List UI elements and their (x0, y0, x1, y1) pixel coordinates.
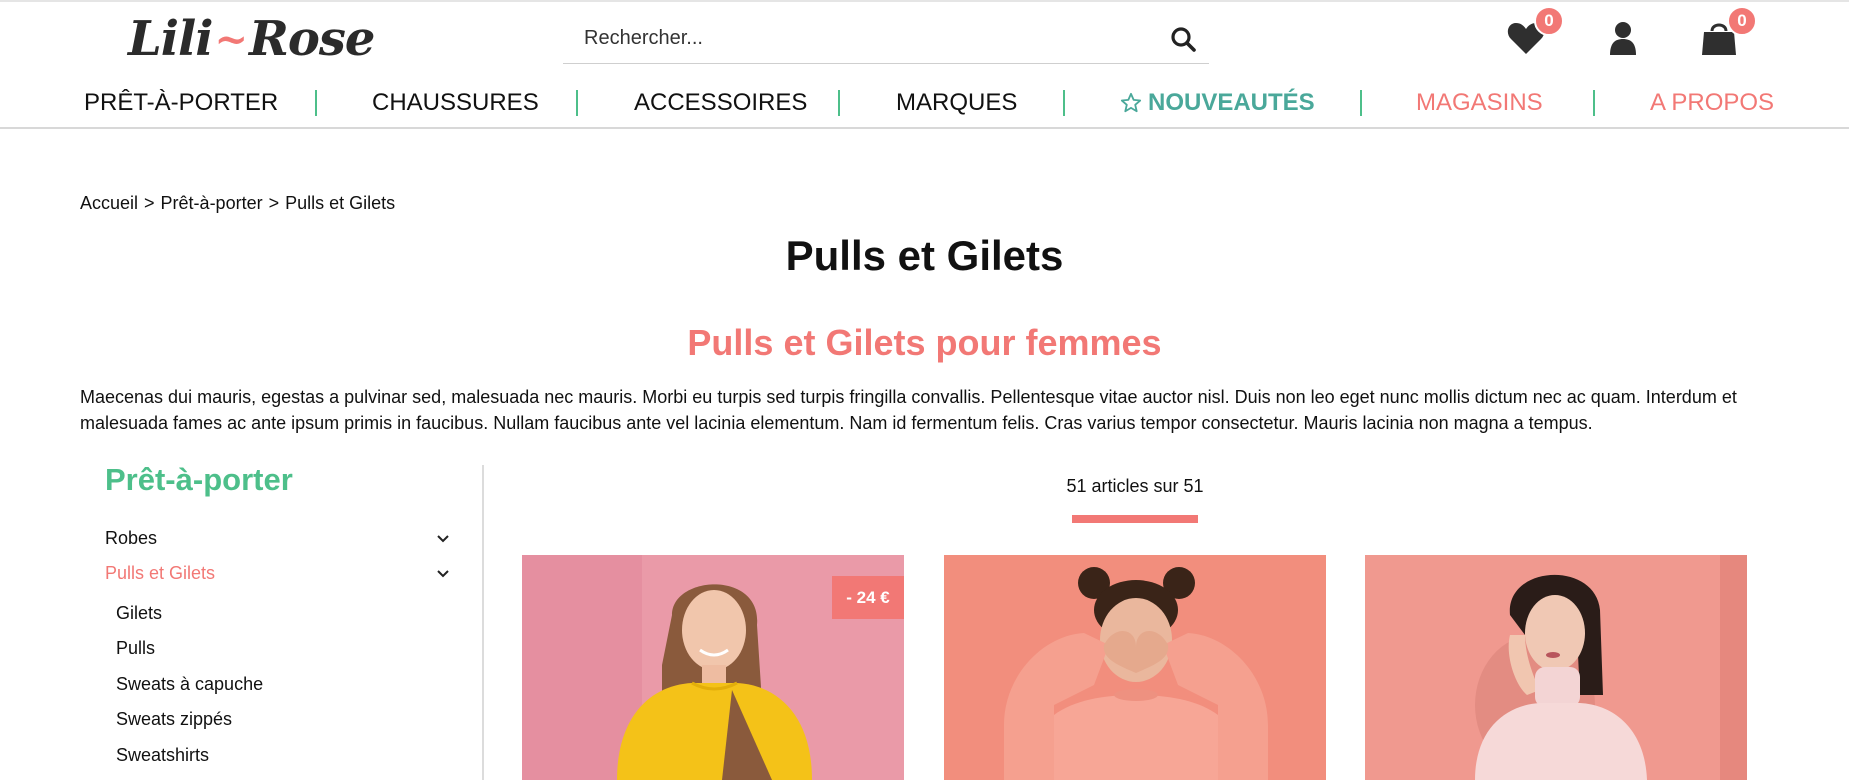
nav-item-nouveautes[interactable]: NOUVEAUTÉS (1120, 78, 1315, 128)
nav-label: NOUVEAUTÉS (1148, 89, 1315, 116)
chevron-down-icon[interactable] (436, 563, 450, 584)
sidebar-subcategory-sweatshirts[interactable]: Sweatshirts (116, 745, 209, 766)
search-input[interactable] (582, 26, 1142, 51)
user-icon (1608, 21, 1638, 60)
sidebar-subcategory-pulls[interactable]: Pulls (116, 638, 155, 659)
page-subtitle: Pulls et Gilets pour femmes (687, 322, 1162, 363)
article-count: 51 articles sur 51 (1066, 476, 1204, 496)
search-bar (563, 14, 1209, 64)
nav-label: PRÊT-À-PORTER (84, 89, 279, 116)
nav-item-marques[interactable]: MARQUES (896, 78, 1017, 128)
product-card[interactable] (1365, 555, 1747, 780)
logo-left: Lili (128, 11, 213, 67)
wishlist-count-badge: 0 (1534, 6, 1564, 36)
breadcrumb-parent-link[interactable]: Prêt-à-porter (161, 193, 263, 214)
main-nav: PRÊT-À-PORTER CHAUSSURES ACCESSOIRES MAR… (0, 78, 1849, 128)
sidebar-subcategory-sweats-zippes[interactable]: Sweats zippés (116, 709, 232, 730)
nav-item-accessoires[interactable]: ACCESSOIRES (634, 78, 807, 128)
nav-label: ACCESSOIRES (634, 89, 808, 116)
nav-divider (1063, 90, 1065, 116)
category-label: Pulls et Gilets (105, 562, 216, 583)
breadcrumb: Accueil > Prêt-à-porter > Pulls et Gilet… (80, 193, 395, 214)
cart-button[interactable]: 0 (1697, 6, 1757, 62)
nav-divider (315, 90, 317, 116)
nav-label: MARQUES (896, 89, 1018, 116)
breadcrumb-separator: > (144, 193, 155, 213)
nav-item-chaussures[interactable]: CHAUSSURES (372, 78, 539, 128)
sidebar-subcategory-sweats-a-capuche[interactable]: Sweats à capuche (116, 674, 263, 695)
nav-item-magasins[interactable]: MAGASINS (1416, 78, 1543, 128)
star-icon (1120, 92, 1142, 114)
product-image-woman-pink-turtleneck (1365, 555, 1747, 780)
nav-item-a-propos[interactable]: A PROPOS (1650, 78, 1774, 128)
breadcrumb-current: Pulls et Gilets (285, 193, 396, 213)
category-description: Maecenas dui mauris, egestas a pulvinar … (80, 387, 1737, 433)
sidebar-category-robes[interactable]: Robes (105, 523, 450, 553)
product-card[interactable] (944, 555, 1326, 780)
nav-divider (838, 90, 840, 116)
product-image-woman-coral-sweatshirt (944, 555, 1326, 780)
sidebar-category-pulls-et-gilets[interactable]: Pulls et Gilets (105, 558, 450, 588)
search-icon[interactable] (1169, 25, 1197, 53)
sidebar-title: Prêt-à-porter (105, 462, 293, 497)
nav-divider (576, 90, 578, 116)
nav-bottom-border (0, 127, 1849, 129)
nav-item-pret-a-porter[interactable]: PRÊT-À-PORTER (84, 78, 278, 128)
account-button[interactable] (1601, 18, 1645, 62)
sidebar-subcategory-gilets[interactable]: Gilets (116, 603, 162, 624)
logo-right: Rose (248, 11, 375, 67)
nav-divider (1360, 90, 1362, 116)
nav-label: MAGASINS (1416, 89, 1543, 116)
discount-badge: - 24 € (832, 576, 904, 619)
category-label: Robes (105, 527, 158, 548)
cart-count-badge: 0 (1727, 6, 1757, 36)
page-title: Pulls et Gilets (785, 232, 1064, 279)
breadcrumb-separator: > (268, 193, 280, 213)
logo-dash: ~ (214, 15, 248, 63)
chevron-down-icon[interactable] (436, 528, 450, 549)
nav-label: A PROPOS (1650, 89, 1775, 116)
count-underline (1072, 515, 1198, 523)
logo[interactable]: Lili ~ Rose (128, 4, 375, 74)
product-card[interactable]: - 24 € (522, 555, 904, 780)
breadcrumb-home-link[interactable]: Accueil (80, 193, 138, 214)
nav-label: CHAUSSURES (372, 89, 539, 116)
nav-divider (1593, 90, 1595, 116)
wishlist-button[interactable]: 0 (1504, 6, 1564, 62)
sidebar-divider (482, 465, 484, 780)
top-border (0, 0, 1849, 2)
